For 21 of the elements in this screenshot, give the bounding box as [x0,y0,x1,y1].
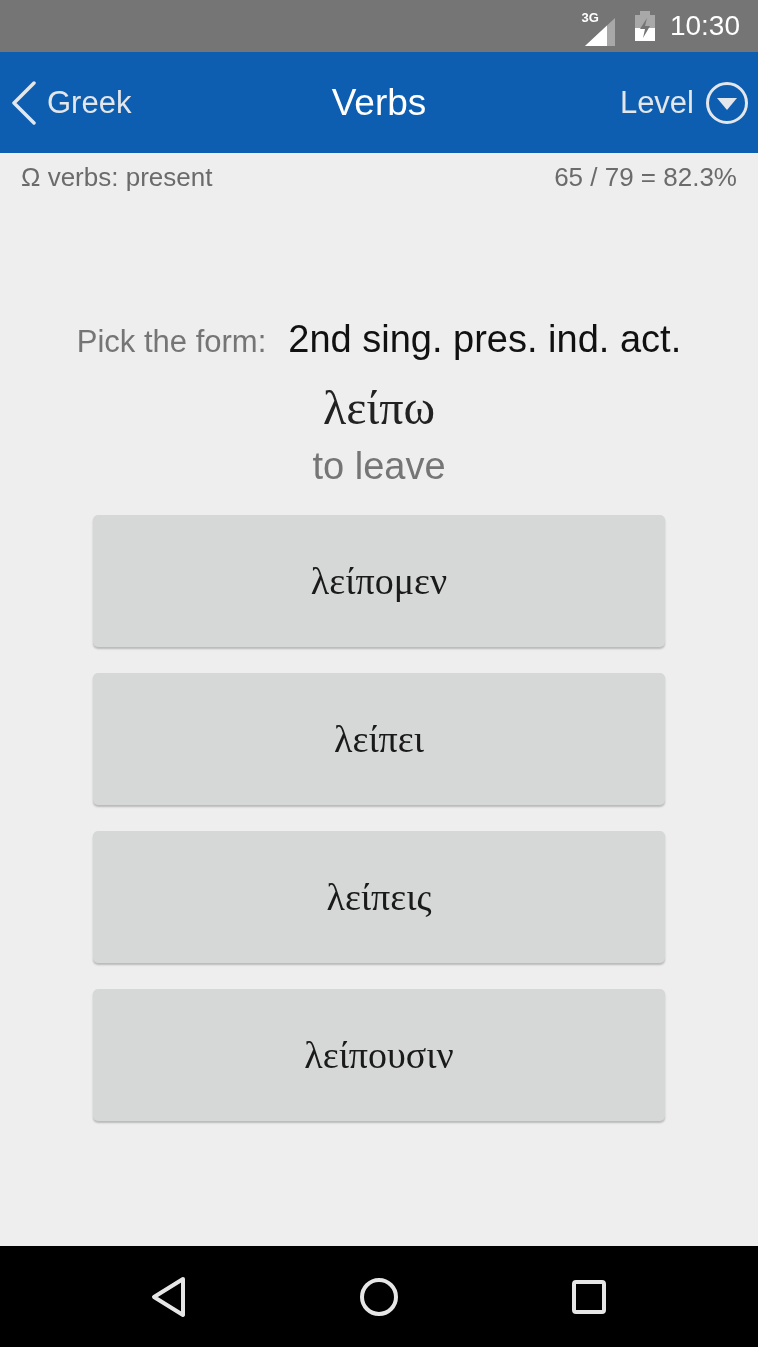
home-circle-icon[interactable] [360,1277,398,1316]
target-form-label: 2nd sing. pres. ind. act. [288,317,682,362]
screen-title: Verbs [331,81,427,124]
answer-option-button[interactable]: λείπεις [93,831,665,963]
topic-label: Ω verbs: present [21,161,213,193]
answer-option-button[interactable]: λείπομεν [93,515,665,647]
level-menu-button[interactable]: Level [619,81,758,124]
answer-option-button[interactable]: λείπουσιν [93,989,665,1121]
dropdown-icon [706,81,748,124]
recents-square-icon[interactable] [572,1279,606,1314]
clock-time: 10:30 [669,9,740,43]
answer-option-button[interactable]: λείπει [93,673,665,805]
chevron-left-icon [11,80,37,125]
prompt-label: Pick the form: [76,323,267,361]
verb-meaning: to leave [312,444,446,489]
verb-lemma: λείπω [322,380,436,436]
score-label: 65 / 79 = 82.3% [554,161,737,193]
back-button[interactable]: Greek [0,80,132,125]
back-triangle-icon[interactable] [151,1275,187,1318]
network-type-label: 3G [581,11,599,25]
battery-charging-icon [634,11,655,41]
